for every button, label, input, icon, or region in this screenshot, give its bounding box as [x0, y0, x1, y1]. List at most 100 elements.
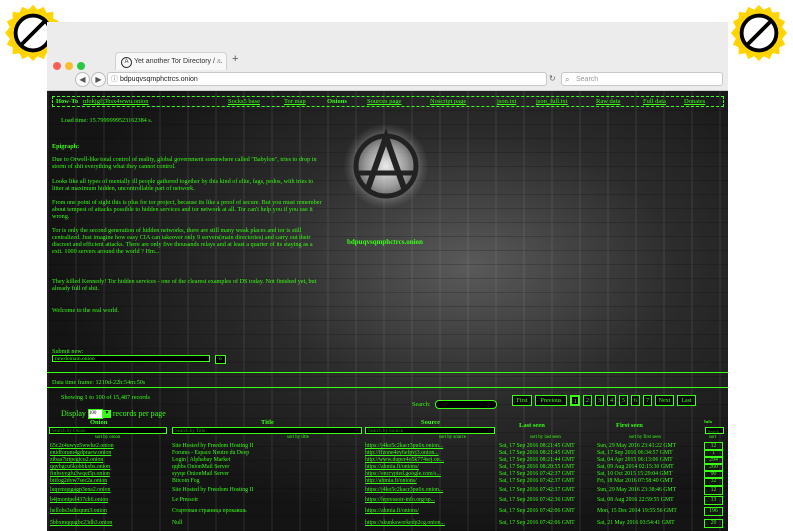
epigraph-paragraph: Looks like all types of mentally ill peo… [52, 178, 314, 192]
search-bar[interactable]: ⌕ Search [561, 72, 723, 86]
pager-page-current[interactable]: 1 [570, 395, 580, 406]
info-count-button[interactable]: 13 [704, 496, 723, 505]
sort-title[interactable]: sort by title [287, 435, 309, 440]
last-seen-cell: Sat, 17 Sep 2016 07:42:06 GMT [499, 508, 575, 514]
nav-onions[interactable]: Onions [327, 97, 347, 106]
new-tab-button[interactable]: + [232, 53, 238, 65]
reload-icon[interactable]: ↻ [549, 74, 556, 83]
sort-info[interactable]: sort [709, 435, 716, 440]
sort-first-seen[interactable]: sort by first seen [629, 435, 661, 440]
minimize-window-button[interactable] [65, 62, 73, 70]
nav-tormap[interactable]: Tor map [284, 97, 306, 106]
search-icon: ⌕ [565, 75, 570, 84]
close-window-button[interactable] [53, 62, 61, 70]
column-first-seen[interactable]: First seen [616, 422, 643, 429]
nav-donates[interactable]: Donates [684, 97, 705, 106]
table-search-input[interactable] [435, 400, 497, 409]
tab-close-button[interactable]: × [217, 53, 221, 71]
nav-json-full[interactable]: json_full.txt [536, 97, 568, 106]
pager-page[interactable]: 3 [595, 395, 604, 406]
submit-onion-input[interactable]: newdomain.onion [52, 355, 210, 362]
info-count-button[interactable]: 20 [704, 519, 723, 528]
table-row: luqymqqgagp3ena2.onion Site Hosted by Fre… [47, 486, 728, 495]
url-text: bdpuqvsqmphctrcs.onion [120, 76, 198, 83]
zoom-window-button[interactable] [77, 62, 85, 70]
display-suffix: records per page [112, 409, 166, 418]
table-row: hellobs3sdieqnm3.onion Стартовая страница… [47, 507, 728, 516]
column-onion[interactable]: Onion [90, 419, 107, 426]
sort-onion[interactable]: sort by onion [95, 435, 120, 440]
source-link[interactable]: http://ahmia.fi/onions/ [365, 477, 417, 485]
epigraph-paragraph: They killed Kennedy! Tor hidden services… [52, 278, 317, 292]
tab-title: Yet another Tor Directory / ... [134, 58, 223, 65]
nav-howto[interactable]: How-To [56, 97, 78, 106]
onion-link[interactable]: hellobs3sdieqnm3.onion [50, 507, 107, 515]
anarchy-logo-icon [343, 123, 429, 209]
info-count-button[interactable]: 12 [704, 486, 723, 495]
address-bar[interactable]: ⓘ bdpuqvsqmphctrcs.onion [107, 72, 547, 86]
info-count-button[interactable]: 196 [704, 507, 723, 516]
pager-last[interactable]: Last [677, 395, 696, 406]
nav-full-data[interactable]: Full data [643, 97, 666, 106]
nav-raw-data[interactable]: Raw data [596, 97, 620, 106]
onion-link[interactable]: luqymqqgagp3ena2.onion [50, 486, 110, 494]
source-link[interactable]: https://skunksworkedp2cg.onion... [365, 519, 445, 527]
source-link[interactable]: https://ahmia.fi/onions/ [365, 507, 419, 515]
nav-noscript[interactable]: Noscript page [430, 97, 466, 106]
pager-page[interactable]: 4 [607, 395, 616, 406]
pager-page[interactable]: 5 [619, 395, 628, 406]
sort-last-seen[interactable]: sort by last seen [530, 435, 561, 440]
page-length-select[interactable]: 100 [87, 409, 103, 420]
last-seen-cell: Sat, 17 Sep 2016 07:42:36 GMT [499, 497, 575, 503]
source-link[interactable]: https://j4ko5c2kacr3pu6x.onion... [365, 486, 443, 494]
title-cell: Bitcoin Fog [172, 478, 200, 484]
first-seen-cell: Sun, 29 May 2016 23:38:46 GMT [597, 487, 677, 493]
pager-next[interactable]: Next [655, 395, 674, 406]
forward-icon[interactable]: ▶ [91, 72, 106, 87]
filter-info-input[interactable]: Search [705, 427, 724, 434]
filter-onion-input[interactable]: Search by Onion [49, 427, 167, 434]
sort-source[interactable]: sort by source [439, 435, 466, 440]
table-row: btifog2dyw7sec2a.onion Bitcoin Fog http://… [47, 477, 728, 486]
time-frame: Data time frame: 1210d-22h:54m:50s [52, 379, 146, 386]
submit-label: Submit new: [52, 348, 84, 355]
column-source[interactable]: Source [421, 419, 440, 426]
info-count-button[interactable]: 32 [704, 477, 723, 486]
anarchy-logo-icon: A [121, 57, 132, 68]
title-cell: Стартовая страница прокавшь [172, 508, 247, 514]
info-icon[interactable]: ⓘ [111, 73, 118, 87]
chevron-down-icon[interactable]: ▼ [102, 410, 111, 419]
submit-button[interactable]: o [215, 355, 226, 364]
pager-first[interactable]: First [512, 395, 532, 406]
source-link[interactable]: https://lepressoir-info.org/sp... [365, 496, 435, 504]
browser-tab[interactable]: A Yet another Tor Directory / ... × [115, 52, 227, 70]
back-icon[interactable]: ◀ [75, 72, 90, 87]
nav-socks5[interactable]: Socks5 base [228, 97, 260, 106]
onion-link[interactable]: 5bbxmqqugbc23dh3.onion [50, 519, 112, 527]
column-info[interactable]: Info [704, 419, 712, 424]
onion-link[interactable]: b4jmontpel437ch6.onion [50, 496, 108, 504]
epigraph-paragraph: Tor is only the second generation of hid… [52, 227, 313, 255]
last-seen-cell: Sat, 17 Sep 2016 07:42:06 GMT [499, 520, 575, 526]
pager-page[interactable]: 2 [583, 395, 592, 406]
records-info: Showing 1 to 100 of 15,487 records [61, 394, 150, 401]
nav-mirror[interactable]: nfokjgfj3hsx4wwu.onion [83, 97, 149, 106]
column-title[interactable]: Title [261, 419, 274, 426]
epigraph-paragraph: Welcome to the real world. [52, 307, 120, 314]
pager-previous[interactable]: Previous [535, 395, 567, 406]
search-placeholder: Search [576, 76, 599, 83]
epigraph-title: Epigraph: [52, 143, 80, 150]
pager-page[interactable]: 7 [643, 395, 652, 406]
page-length: Display 100 ▼ records per page [61, 409, 166, 420]
onion-link[interactable]: btifog2dyw7sec2a.onion [50, 477, 107, 485]
nav-json[interactable]: json.txt [497, 97, 516, 106]
table-row: 5bbxmqqugbc23dh3.onion Null https://skunks… [47, 519, 728, 528]
nav-sources[interactable]: Sources page [367, 97, 401, 106]
column-last-seen[interactable]: Last seen [519, 422, 545, 429]
first-seen-cell: Fri, 18 Mar 2016 07:58:40 GMT [597, 478, 674, 484]
filter-source-input[interactable]: Search by Source [365, 427, 495, 434]
filter-title-input[interactable]: Search by Title [172, 427, 362, 434]
last-seen-cell: Sat, 17 Sep 2016 07:42:37 GMT [499, 478, 575, 484]
pager-page[interactable]: 6 [631, 395, 640, 406]
page-content: How-To nfokjgfj3hsx4wwu.onion Socks5 bas… [47, 91, 728, 531]
